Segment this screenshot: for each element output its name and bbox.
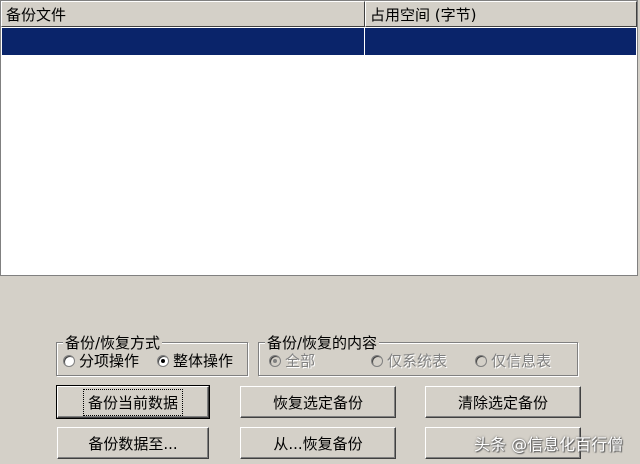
backup-mode-group: 备份/恢复方式 分项操作 整体操作 [56,332,248,376]
radio-unchecked-icon [475,354,487,367]
backup-to-button[interactable]: 备份数据至... [57,427,209,459]
radio-whole-operation[interactable]: 整体操作 [157,350,233,371]
list-header: 备份文件 占用空间 (字节) [1,1,637,27]
restore-selected-button[interactable]: 恢复选定备份 [240,386,396,418]
column-header-size[interactable]: 占用空间 (字节) [365,1,637,27]
radio-checked-icon [269,354,281,367]
radio-all[interactable]: 全部 [269,350,315,371]
list-cell-size [364,28,636,55]
restore-from-button[interactable]: 从...恢复备份 [240,427,396,459]
backup-content-group: 备份/恢复的内容 全部 仅系统表 仅信息表 [258,332,578,376]
radio-unchecked-icon [63,354,75,367]
radio-system-tables[interactable]: 仅系统表 [371,350,447,371]
radio-info-tables[interactable]: 仅信息表 [475,350,551,371]
restore-from-button-label: 从...恢复备份 [273,434,363,453]
backup-current-button[interactable]: 备份当前数据 [56,385,210,419]
clear-selected-button-label: 清除选定备份 [457,393,548,412]
restore-selected-button-label: 恢复选定备份 [272,393,363,412]
radio-item-operation[interactable]: 分项操作 [63,350,139,371]
backup-current-button-label: 备份当前数据 [82,388,184,416]
list-row-selected[interactable] [2,28,636,55]
clear-selected-button[interactable]: 清除选定备份 [425,386,581,418]
backup-to-button-label: 备份数据至... [88,434,178,453]
radio-checked-icon [157,354,169,367]
radio-unchecked-icon [371,354,383,367]
backup-file-list[interactable]: 备份文件 占用空间 (字节) [0,0,638,276]
list-cell-file [2,28,364,55]
column-header-backup-file[interactable]: 备份文件 [1,1,365,27]
watermark-text: 头条 @信息化百行僧 [474,435,624,454]
